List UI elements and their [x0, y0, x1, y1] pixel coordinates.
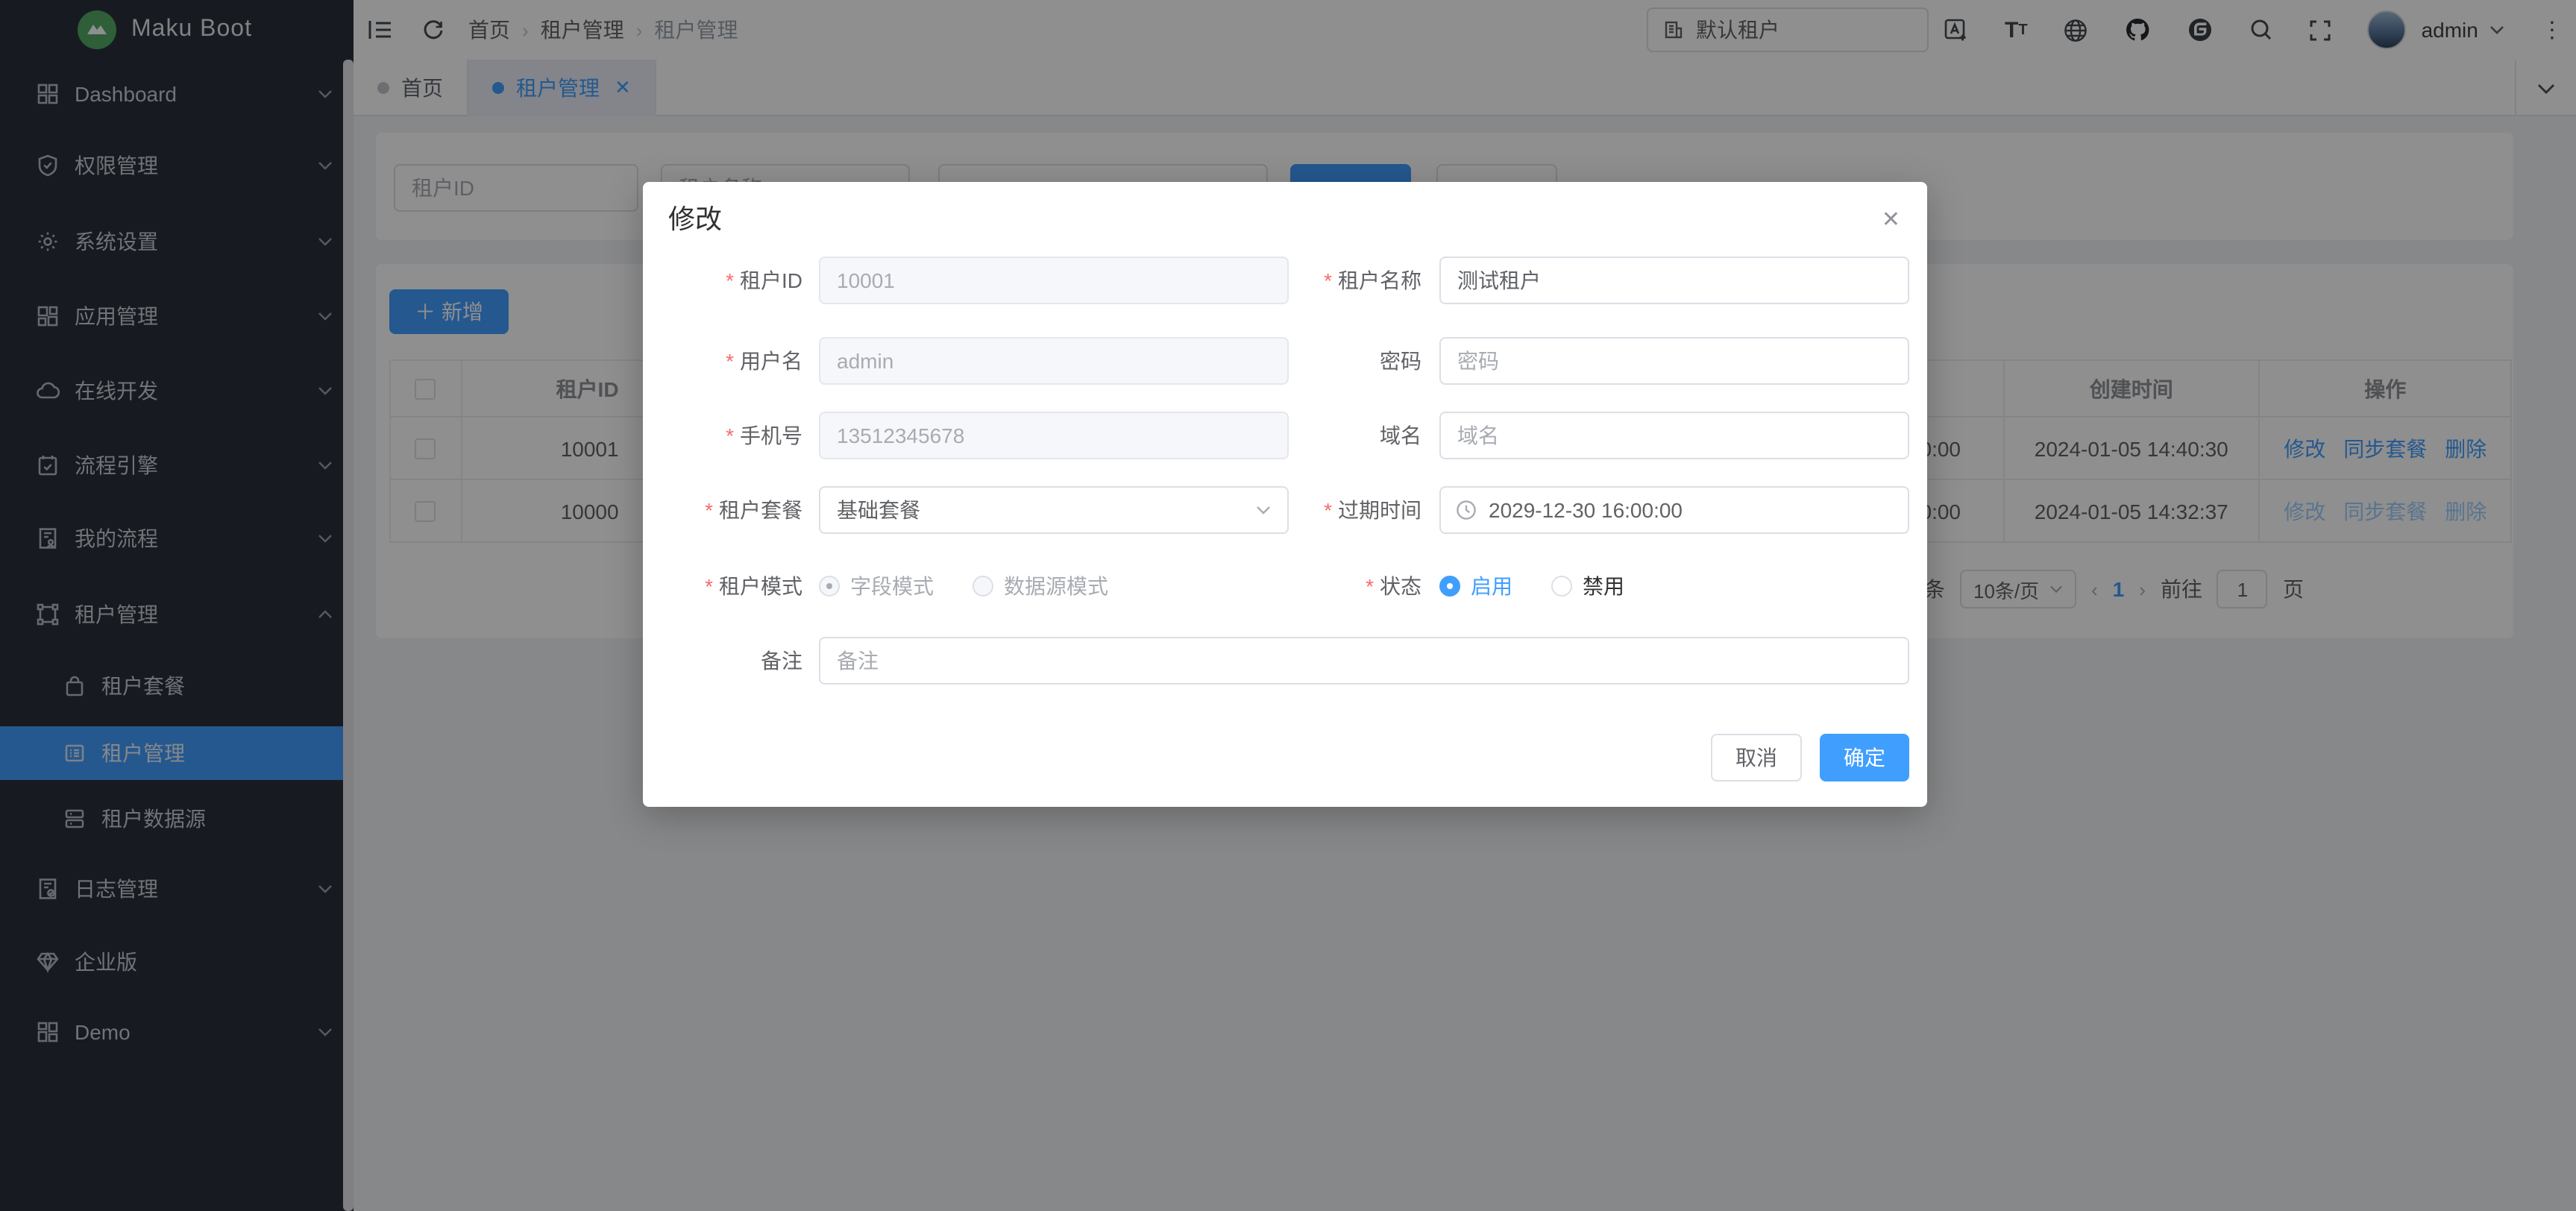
app-root: Maku Boot Dashboard 权限管理 系统设置 应用管理 在线开发	[0, 0, 2576, 1211]
field-label-status: 状态	[1210, 562, 1421, 610]
dialog-title: 修改	[668, 198, 722, 237]
field-label-username: 用户名	[643, 337, 802, 385]
field-label-domain: 域名	[1210, 412, 1421, 459]
status-radio-enabled[interactable]: 启用	[1439, 571, 1512, 601]
expire-datetime-value: 2029-12-30 16:00:00	[1489, 498, 1683, 522]
tenant-name-input[interactable]	[1439, 257, 1909, 304]
password-input[interactable]	[1439, 337, 1909, 385]
field-label-remark: 备注	[643, 637, 802, 685]
clock-icon	[1456, 500, 1477, 520]
confirm-button[interactable]: 确定	[1820, 734, 1909, 781]
cancel-button[interactable]: 取消	[1711, 734, 1802, 781]
status-radio-disabled[interactable]: 禁用	[1551, 571, 1624, 601]
mode-radio-datasource: 数据源模式	[973, 571, 1108, 601]
field-label-password: 密码	[1210, 337, 1421, 385]
radio-dot-icon	[819, 576, 840, 597]
field-label-package: 租户套餐	[643, 486, 802, 534]
mode-radio-field: 字段模式	[819, 571, 934, 601]
field-label-expire: 过期时间	[1210, 486, 1421, 534]
field-label-tenant-name: 租户名称	[1210, 257, 1421, 304]
remark-input[interactable]	[819, 637, 1909, 685]
radio-dot-icon	[973, 576, 993, 597]
field-label-mode: 租户模式	[643, 562, 802, 610]
expire-datetime-picker[interactable]: 2029-12-30 16:00:00	[1439, 486, 1909, 534]
radio-dot-icon	[1551, 576, 1572, 597]
radio-dot-icon	[1439, 576, 1460, 597]
dialog-close-icon[interactable]: ✕	[1882, 206, 1900, 233]
field-label-phone: 手机号	[643, 412, 802, 459]
domain-input[interactable]	[1439, 412, 1909, 459]
field-label-tenant-id: 租户ID	[643, 257, 802, 304]
edit-dialog: 修改 ✕ 租户ID 租户名称 用户名 密码 手机号 域名 租户套餐 基础套餐 过…	[643, 182, 1927, 807]
package-select-value: 基础套餐	[837, 495, 920, 525]
